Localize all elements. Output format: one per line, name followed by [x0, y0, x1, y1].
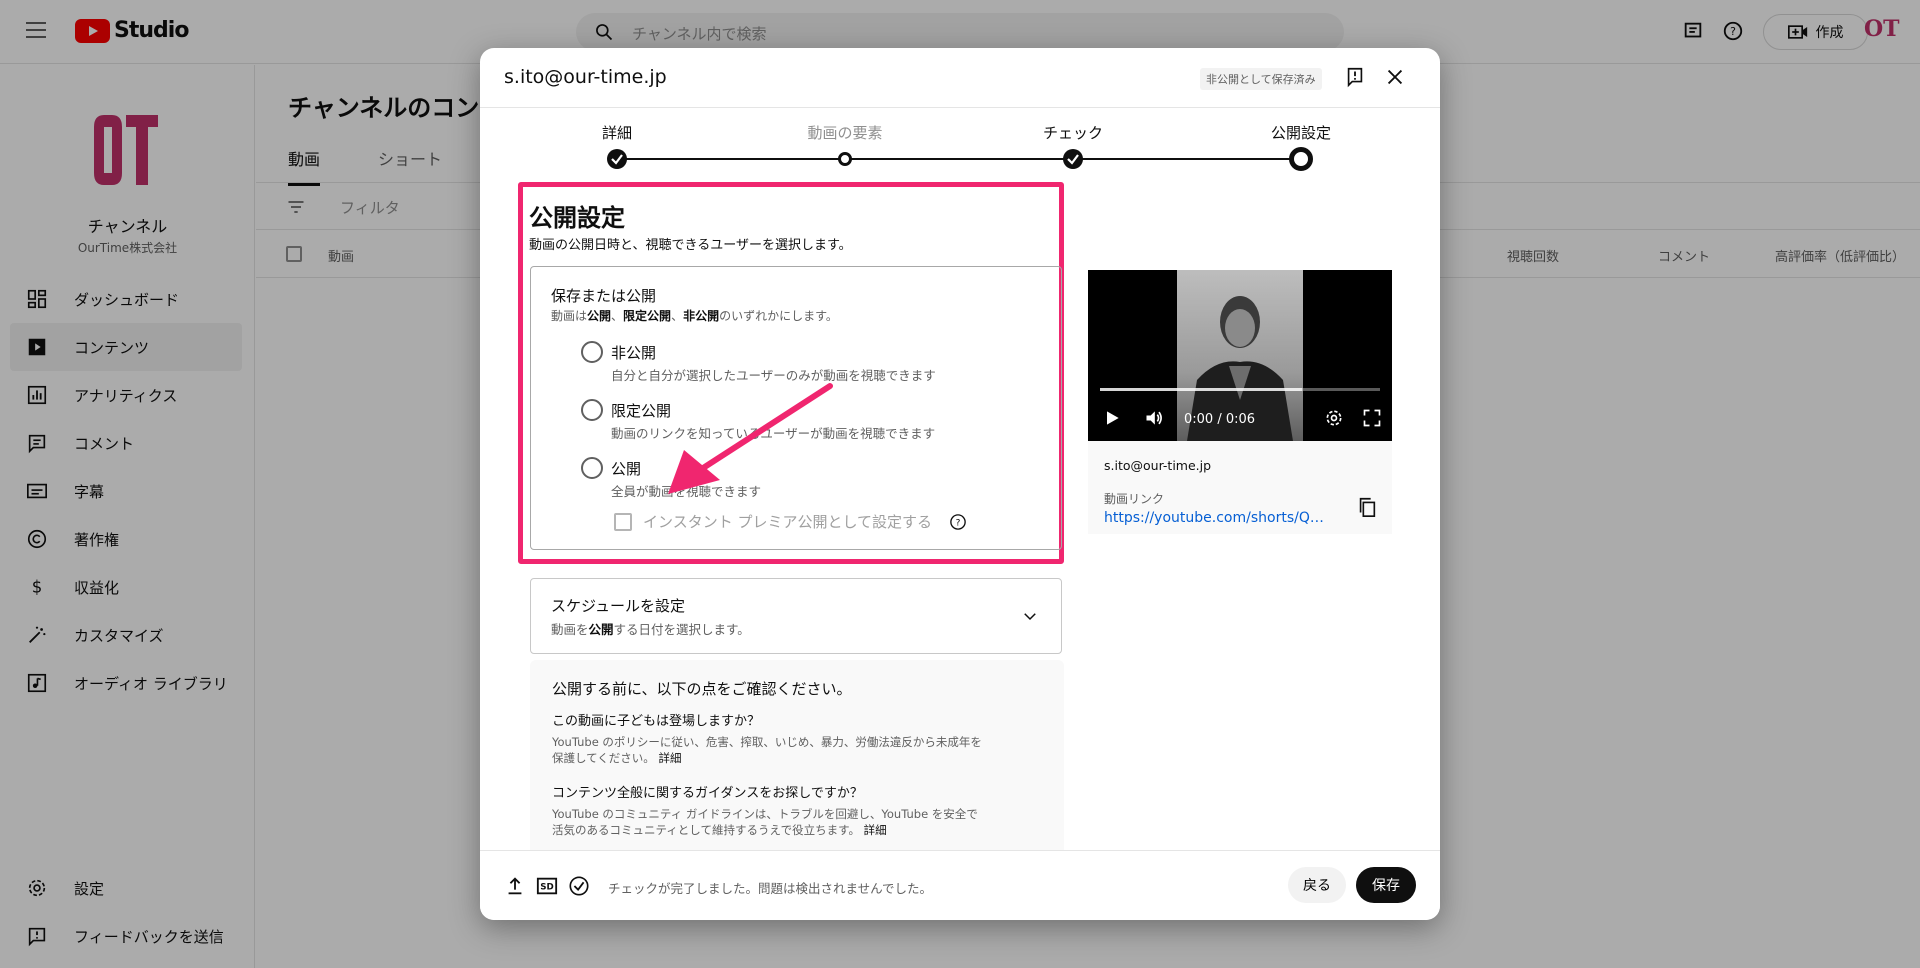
radio-public[interactable] [581, 457, 603, 479]
stepper-line [617, 158, 1301, 160]
video-progress-bar[interactable] [1100, 388, 1380, 391]
dialog-footer: SD チェックが完了しました。問題は検出されませんでした。 戻る 保存 [480, 850, 1440, 920]
step-visibility-dot[interactable] [1289, 147, 1313, 171]
radio-private[interactable] [581, 341, 603, 363]
upload-icon [508, 877, 522, 895]
step-checks-check-icon[interactable] [1063, 149, 1083, 169]
volume-icon[interactable] [1144, 408, 1164, 428]
report-issue-icon[interactable] [1344, 66, 1366, 88]
close-icon[interactable] [1384, 66, 1406, 88]
sd-badge-text: SD [540, 883, 553, 893]
video-time: 0:00 / 0:06 [1184, 412, 1256, 427]
annotation-arrow-icon [668, 383, 833, 494]
visibility-subtitle: 動画の公開日時と、視聴できるユーザーを選択します。 [529, 238, 852, 253]
video-preview-card: 0:00 / 0:06 s.ito@our-time.jp 動画リンク http… [1088, 270, 1392, 534]
dialog-title: s.ito@our-time.jp [504, 66, 667, 88]
copy-icon[interactable] [1356, 496, 1378, 518]
video-link-label: 動画リンク [1104, 492, 1165, 506]
notice-title: 公開する前に、以下の点をご確認ください。 [552, 680, 852, 698]
play-icon[interactable] [1102, 408, 1122, 428]
video-player[interactable]: 0:00 / 0:06 [1088, 270, 1392, 441]
chevron-down-icon[interactable] [1021, 607, 1039, 625]
card-title: 保存または公開 [551, 287, 657, 305]
video-link[interactable]: https://youtube.com/shorts/Q8... [1104, 510, 1324, 526]
settings-gear-icon[interactable] [1324, 408, 1344, 428]
step-visibility-label[interactable]: 公開設定 [1271, 122, 1331, 143]
schedule-title: スケジュールを設定 [551, 597, 685, 615]
card-subtitle: 動画は公開、限定公開、非公開のいずれかにします。 [551, 309, 838, 323]
back-button[interactable]: 戻る [1288, 867, 1346, 903]
sd-quality-icon: SD [536, 877, 558, 895]
step-checks-label[interactable]: チェック [1043, 122, 1103, 143]
radio-unlisted[interactable] [581, 399, 603, 421]
saved-status-chip: 非公開として保存済み [1200, 68, 1322, 90]
video-progress-fill [1100, 388, 1302, 391]
dialog-content: 公開設定 動画の公開日時と、視聴できるユーザーを選択します。 保存または公開 動… [480, 178, 1440, 850]
svg-text:?: ? [956, 518, 961, 528]
schedule-card[interactable]: スケジュールを設定 動画を公開する日付を選択します。 [530, 578, 1062, 654]
save-button[interactable]: 保存 [1356, 867, 1416, 903]
step-details-label[interactable]: 詳細 [602, 122, 632, 143]
learn-more-link[interactable]: 詳細 [864, 823, 887, 837]
pre-publish-notice: 公開する前に、以下の点をご確認ください。 この動画に子どもは登場しますか？ Yo… [530, 660, 1064, 850]
check-circle-icon [569, 876, 589, 896]
step-elements-dot[interactable] [838, 152, 852, 166]
step-elements-label[interactable]: 動画の要素 [807, 122, 882, 143]
check-status-text: チェックが完了しました。問題は検出されませんでした。 [608, 881, 933, 896]
step-details-check-icon[interactable] [607, 149, 627, 169]
notice-question-children: この動画に子どもは登場しますか？ [552, 714, 761, 729]
dialog-header: s.ito@our-time.jp 非公開として保存済み [480, 48, 1440, 108]
preview-channel: s.ito@our-time.jp [1104, 458, 1212, 473]
premiere-checkbox[interactable] [614, 513, 632, 531]
fullscreen-icon[interactable] [1362, 408, 1382, 428]
notice-answer-children: YouTube のポリシーに従い、危害、搾取、いじめ、暴力、労働法違反から未成年… [552, 735, 982, 765]
option-private-label[interactable]: 非公開 [611, 342, 656, 363]
upload-dialog: s.ito@our-time.jp 非公開として保存済み 詳細 動画の要素 チェ… [480, 48, 1440, 920]
learn-more-link[interactable]: 詳細 [658, 751, 681, 765]
schedule-subtitle: 動画を公開する日付を選択します。 [551, 622, 750, 637]
option-public-label[interactable]: 公開 [611, 458, 641, 479]
notice-question-guidance: コンテンツ全般に関するガイダンスをお探しですか？ [552, 786, 863, 801]
notice-answer-guidance: YouTube のコミュニティ ガイドラインは、トラブルを回避し、YouTube… [552, 807, 978, 837]
visibility-title: 公開設定 [529, 204, 625, 232]
help-icon[interactable]: ? [949, 513, 967, 531]
